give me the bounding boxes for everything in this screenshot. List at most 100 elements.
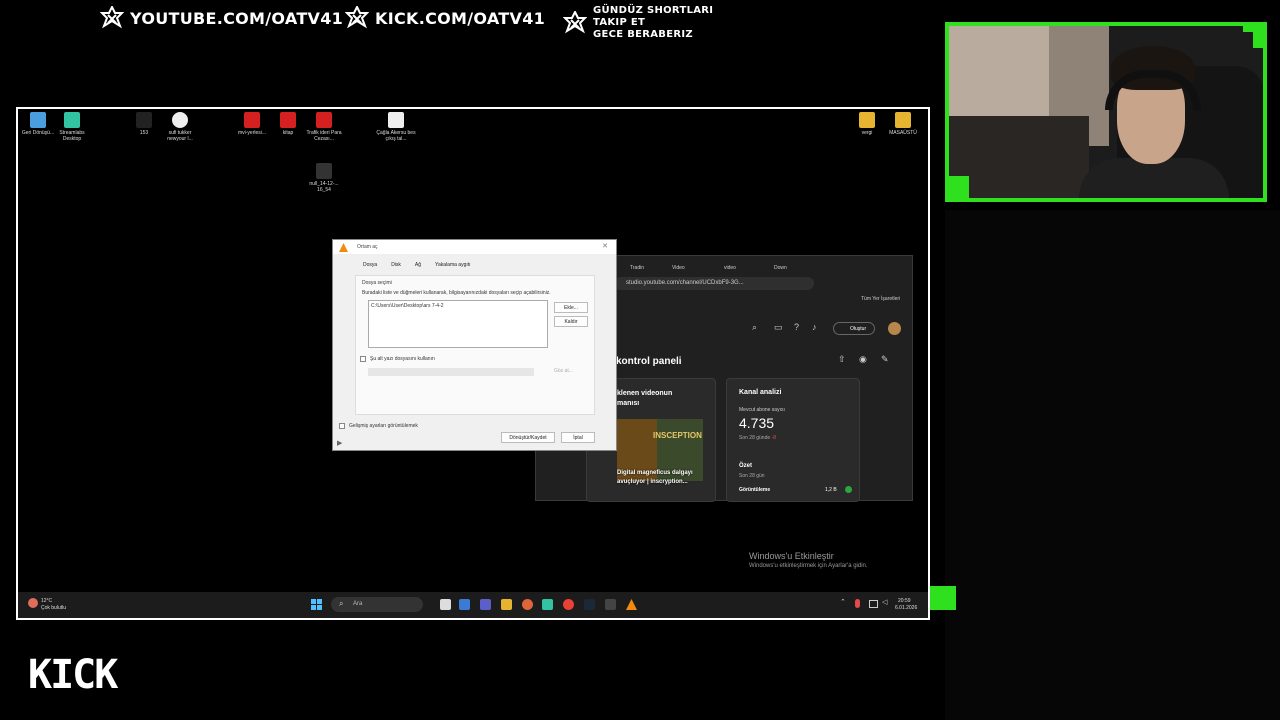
channel-analytics-card: Kanal analizi Mevcut abone sayısı 4.735 … xyxy=(726,378,860,502)
avatar[interactable] xyxy=(888,322,901,335)
tab-capture[interactable]: Yakalama aygıtı xyxy=(435,262,470,268)
tab-disc[interactable]: Disk xyxy=(391,262,401,268)
desktop-icon-null[interactable]: null_14-12-... 16_54 xyxy=(304,163,344,193)
desktop-icon-pdf-3[interactable]: Trafik ideri Para Cezası... xyxy=(304,112,344,142)
youtube-url: YOUTUBE.COM/OATV41 xyxy=(130,8,344,28)
file-explorer-icon[interactable] xyxy=(501,599,512,610)
document-icon xyxy=(388,112,404,128)
kick-banner: KICK.COM/OATV41 xyxy=(345,6,545,30)
webcam-corner-accent xyxy=(1253,22,1265,48)
folder-icon xyxy=(895,112,911,128)
live-icon[interactable]: ◉ xyxy=(859,354,867,365)
app-icon[interactable] xyxy=(605,599,616,610)
tab-video-2[interactable]: video xyxy=(712,261,736,275)
advanced-checkbox[interactable] xyxy=(339,423,345,429)
tab-file[interactable]: Dosya xyxy=(363,262,377,268)
pdf-icon xyxy=(280,112,296,128)
vlc-taskbar-icon[interactable] xyxy=(626,599,637,610)
play-icon: ▶ xyxy=(337,440,343,447)
stream-frame: YOUTUBE.COM/OATV41 KICK.COM/OATV41 GÜNDÜ… xyxy=(0,0,1280,720)
webcam-corner-accent xyxy=(945,176,969,200)
upload-icon[interactable]: ⇧ xyxy=(838,354,846,365)
dashboard-title: kontrol paneli xyxy=(616,356,682,367)
streamer-logo-icon xyxy=(100,6,124,29)
desktop-icon-media[interactable]: sufi tukker newyour l... xyxy=(160,112,200,142)
youtube-banner: YOUTUBE.COM/OATV41 xyxy=(100,6,343,30)
open-media-dialog[interactable]: Ortam aç ✕ Dosya Disk Ağ Yakalama aygıtı… xyxy=(332,239,617,451)
kick-url: KICK.COM/OATV41 xyxy=(375,8,546,28)
desktop-icon-pdf-1[interactable]: mvi-yerlesi... xyxy=(232,112,272,136)
schedule-line-2: TAKIP ET xyxy=(593,17,646,28)
desktop-icon-streamlabs[interactable]: Streamlabs Desktop xyxy=(52,112,92,142)
desktop-icon-153[interactable]: 153 xyxy=(124,112,164,136)
desktop-icon-document[interactable]: Çağla Akersu bes çıkış tal... xyxy=(376,112,416,142)
pdf-icon xyxy=(244,112,260,128)
search-icon[interactable]: ⌕ xyxy=(752,322,757,333)
network-icon[interactable] xyxy=(869,600,878,608)
address-bar[interactable]: studio.youtube.com/channel/UCDxbF9-3G... xyxy=(614,277,814,290)
file-icon xyxy=(136,112,152,128)
tab-downloads[interactable]: Down xyxy=(762,261,787,275)
schedule-banner: GÜNDÜZ SHORTLARI TAKIP ET GECE BERABERIZ xyxy=(563,5,713,41)
streamlabs-taskbar-icon[interactable] xyxy=(542,599,553,610)
weather-icon[interactable] xyxy=(28,598,38,608)
microphone-icon[interactable] xyxy=(855,599,860,608)
remove-button[interactable]: Kaldır xyxy=(554,316,588,327)
volume-icon[interactable]: ◁ xyxy=(882,598,887,606)
create-button[interactable]: Oluştur xyxy=(833,322,875,335)
schedule-line-1: GÜNDÜZ SHORTLARI xyxy=(593,5,714,16)
tab-network[interactable]: Ağ xyxy=(415,262,421,268)
dialog-title[interactable]: Ortam aç xyxy=(333,240,616,254)
desktop-capture: Geri Dönüşü... Streamlabs Desktop 153 su… xyxy=(16,107,930,620)
streamer-logo-icon xyxy=(345,6,369,29)
file-selection-group: Dosya seçimi Buradaki liste ve düğmeleri… xyxy=(355,275,595,415)
schedule-line-3: GECE BERABERIZ xyxy=(593,29,693,40)
folder-icon xyxy=(859,112,875,128)
weather-temp[interactable]: 12°C xyxy=(41,598,52,604)
windows-activation-watermark: Windows'u Etkinleştir Windows'u etkinleş… xyxy=(749,551,868,569)
tab-trading[interactable]: Tradin xyxy=(618,261,644,275)
chevron-up-icon[interactable]: ⌃ xyxy=(840,598,846,606)
check-icon xyxy=(845,486,852,493)
file-list[interactable]: C:\Users\User\Desktop\ars 7-4-2 xyxy=(368,300,548,348)
streamlabs-icon xyxy=(64,112,80,128)
clock-date[interactable]: 6.01.2026 xyxy=(895,605,917,611)
bell-icon[interactable]: ♪ xyxy=(812,322,817,332)
desktop-icon-vergi[interactable]: vergi xyxy=(847,112,887,136)
search-icon: ⌕ xyxy=(339,599,344,608)
clock-time[interactable]: 20:59 xyxy=(898,598,911,604)
task-view-icon[interactable] xyxy=(440,599,451,610)
weather-desc[interactable]: Çok bulutlu xyxy=(41,605,66,611)
edit-icon[interactable]: ✎ xyxy=(881,354,889,365)
chrome-icon[interactable] xyxy=(563,599,574,610)
desktop-corner-accent xyxy=(930,586,956,610)
teams-icon[interactable] xyxy=(480,599,491,610)
desktop-icon-pdf-2[interactable]: kitap xyxy=(268,112,308,136)
file-icon xyxy=(316,163,332,179)
recycle-bin-icon xyxy=(30,112,46,128)
bookmarks-label[interactable]: Tüm Yer İşaretleri xyxy=(861,296,900,302)
subscriber-count: 4.735 xyxy=(739,415,775,431)
add-button[interactable]: Ekle... xyxy=(554,302,588,313)
media-file-icon xyxy=(172,112,188,128)
kick-logo: KICK xyxy=(28,652,118,698)
help-icon[interactable]: ? xyxy=(794,322,799,332)
tab-video-1[interactable]: Video xyxy=(660,261,685,275)
cancel-button[interactable]: İptal xyxy=(561,432,595,443)
convert-save-button[interactable]: Dönüştür/Kaydet xyxy=(501,432,555,443)
copilot-icon[interactable] xyxy=(459,599,470,610)
browse-button[interactable]: Göz at... xyxy=(554,368,573,374)
taskbar: 12°C Çok bulutlu ⌕ Ara ⌃ ◁ 20:59 6.01.20… xyxy=(18,592,928,618)
pdf-icon xyxy=(316,112,332,128)
streamer-logo-icon xyxy=(563,11,587,34)
subtitle-checkbox[interactable] xyxy=(360,356,366,362)
desktop-icon-masaustu[interactable]: MASAÜSTÜ xyxy=(883,112,923,136)
taskbar-search[interactable]: ⌕ Ara xyxy=(331,597,423,612)
media-player-icon[interactable] xyxy=(522,599,533,610)
start-icon[interactable] xyxy=(311,599,322,610)
subtitle-path-field[interactable] xyxy=(368,368,534,376)
steam-icon[interactable] xyxy=(584,599,595,610)
close-icon[interactable]: ✕ xyxy=(602,242,608,250)
feedback-icon[interactable]: ▭ xyxy=(774,322,783,333)
side-panel xyxy=(945,210,1280,720)
